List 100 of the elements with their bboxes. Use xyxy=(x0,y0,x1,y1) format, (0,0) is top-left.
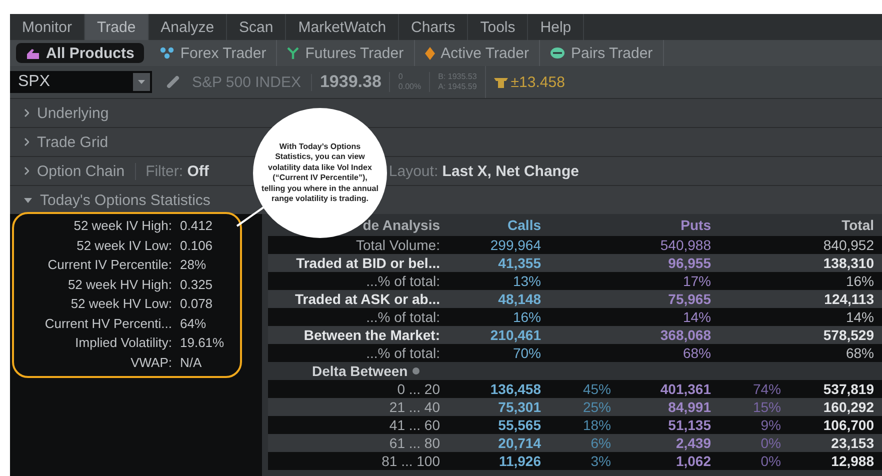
row-label: ...% of total: xyxy=(365,308,441,326)
total-cell-text: 106,700 xyxy=(822,416,875,434)
expand-icon xyxy=(24,109,29,117)
calls-cell-text: 41,355 xyxy=(497,254,542,272)
calls-cell-text: 70% xyxy=(512,344,542,362)
row-label: Total Volume: xyxy=(354,236,441,254)
column-header: Total xyxy=(840,216,875,235)
row-label: ...% of total: xyxy=(365,272,441,290)
puts-cell-text: 401,361 xyxy=(659,380,712,398)
puts-percent-cell-text: 0% xyxy=(760,452,782,470)
stat-value: 64% xyxy=(180,314,208,332)
triangle-dots-icon xyxy=(160,47,174,59)
puts-cell-text: 68% xyxy=(682,344,712,362)
calls-cell-text: 48,148 xyxy=(497,290,542,308)
total-cell-text: 68% xyxy=(844,344,875,362)
puts-cell-text: 368,068 xyxy=(659,326,712,344)
fork-icon xyxy=(287,46,300,60)
stat-value: 0.106 xyxy=(180,236,214,254)
row-label: ...% of total: xyxy=(365,344,441,362)
group-label: Delta Between xyxy=(311,362,409,380)
calls-percent-cell-text: 18% xyxy=(582,416,612,434)
menu-tab[interactable]: Trade xyxy=(85,14,149,40)
total-cell-text: 138,310 xyxy=(822,254,875,272)
puts-cell-text: 75,965 xyxy=(667,290,712,308)
calls-cell-text: 299,964 xyxy=(489,236,542,254)
collapse-icon xyxy=(24,198,32,202)
calls-cell-text: 13% xyxy=(512,272,542,290)
row-label: 81 ... 100 xyxy=(380,452,441,470)
stat-label: 52 week IV Low: xyxy=(76,236,172,254)
row-label: 41 ... 60 xyxy=(388,416,441,434)
row-label: 0 ... 20 xyxy=(396,380,441,398)
puts-cell-text: 14% xyxy=(682,308,712,326)
row-label: Traded at BID or bel... xyxy=(295,254,441,272)
total-cell-text: 12,988 xyxy=(830,452,875,470)
stat-value: 0.078 xyxy=(180,295,214,313)
puts-cell-text: 51,135 xyxy=(667,416,712,434)
stat-label: VWAP: xyxy=(130,354,172,372)
expand-icon xyxy=(24,167,29,175)
hand-icon xyxy=(26,46,40,60)
calls-percent-cell-text: 3% xyxy=(590,452,612,470)
expected-move: ±13.458 xyxy=(510,74,565,90)
puts-percent-cell-text: 9% xyxy=(760,416,782,434)
stat-value: N/A xyxy=(180,354,203,372)
callout-text: With Today’s Options Statistics, you can view volatility data like Vol Index (“Current IV Percentile”), telling you where in the annual range volatility is trading. xyxy=(261,142,379,204)
column-header: Calls xyxy=(506,216,542,235)
row-label: Between the Market: xyxy=(302,326,441,344)
section-header[interactable]: Underlying xyxy=(10,99,119,127)
total-cell-text: 160,292 xyxy=(822,398,875,416)
last-price: 1939.38 xyxy=(318,72,382,92)
calls-cell-text: 75,301 xyxy=(497,398,542,416)
calls-cell-text: 11,926 xyxy=(498,452,542,470)
section-header[interactable]: Option Chain xyxy=(10,157,135,185)
total-cell-text: 840,952 xyxy=(822,236,875,254)
stat-value: 0.412 xyxy=(180,217,214,235)
total-cell-text: 124,113 xyxy=(823,290,875,308)
symbol-description: S&P 500 INDEX xyxy=(180,74,312,90)
stat-label: Implied Volatility: xyxy=(74,334,172,352)
stat-value: 0.325 xyxy=(180,276,214,294)
column-header: Puts xyxy=(680,216,712,235)
stat-value: 19.61% xyxy=(180,334,226,352)
puts-cell-text: 17% xyxy=(682,272,712,290)
symbol-field[interactable]: SPX xyxy=(10,71,152,93)
total-cell-text: 14% xyxy=(844,308,875,326)
link-icon[interactable] xyxy=(166,75,180,89)
row-label: 61 ... 80 xyxy=(388,434,441,452)
product-tab[interactable]: All Products xyxy=(16,43,144,63)
row-label: 21 ... 40 xyxy=(388,398,441,416)
section-header[interactable]: Trade Grid xyxy=(10,128,118,156)
calls-percent-cell-text: 45% xyxy=(582,380,612,398)
stat-label: 52 week HV High: xyxy=(66,276,172,294)
stat-label: 52 week HV Low: xyxy=(70,295,172,313)
calls-cell-text: 210,461 xyxy=(489,326,542,344)
column-header: de Analysis xyxy=(362,216,441,235)
layout-setting[interactable]: Layout: Last X, Net Change xyxy=(388,162,579,180)
calls-cell-text: 20,714 xyxy=(497,434,542,452)
filter-setting[interactable]: Filter: Off xyxy=(134,162,217,180)
gauge-icon xyxy=(494,76,508,88)
stat-label: Current IV Percentile: xyxy=(46,256,172,274)
stat-label: 52 week IV High: xyxy=(72,217,172,235)
puts-cell-text: 1,062 xyxy=(674,452,712,470)
stat-value: 28% xyxy=(180,256,208,274)
total-cell-text: 23,153 xyxy=(830,434,875,452)
puts-cell-text: 2,439 xyxy=(674,434,712,452)
section-header[interactable]: Today's Options Statistics xyxy=(10,186,220,214)
expand-icon xyxy=(24,138,29,146)
total-cell-text: 578,529 xyxy=(822,326,875,344)
caret-icon[interactable] xyxy=(138,80,145,84)
calls-percent-cell-text: 6% xyxy=(590,434,612,452)
calls-percent-cell-text: 25% xyxy=(582,398,612,416)
info-icon[interactable] xyxy=(412,367,420,375)
puts-cell-text: 540,988 xyxy=(659,236,712,254)
calls-cell-text: 55,565 xyxy=(497,416,542,434)
puts-cell-text: 96,955 xyxy=(667,254,712,272)
puts-percent-cell-text: 74% xyxy=(752,380,782,398)
row-label: Traded at ASK or ab... xyxy=(294,290,441,308)
calls-cell-text: 16% xyxy=(512,308,542,326)
total-cell-text: 537,819 xyxy=(822,380,875,398)
puts-percent-cell-text: 15% xyxy=(752,398,782,416)
puts-cell-text: 84,991 xyxy=(667,398,712,416)
diamond-icon xyxy=(424,46,435,60)
